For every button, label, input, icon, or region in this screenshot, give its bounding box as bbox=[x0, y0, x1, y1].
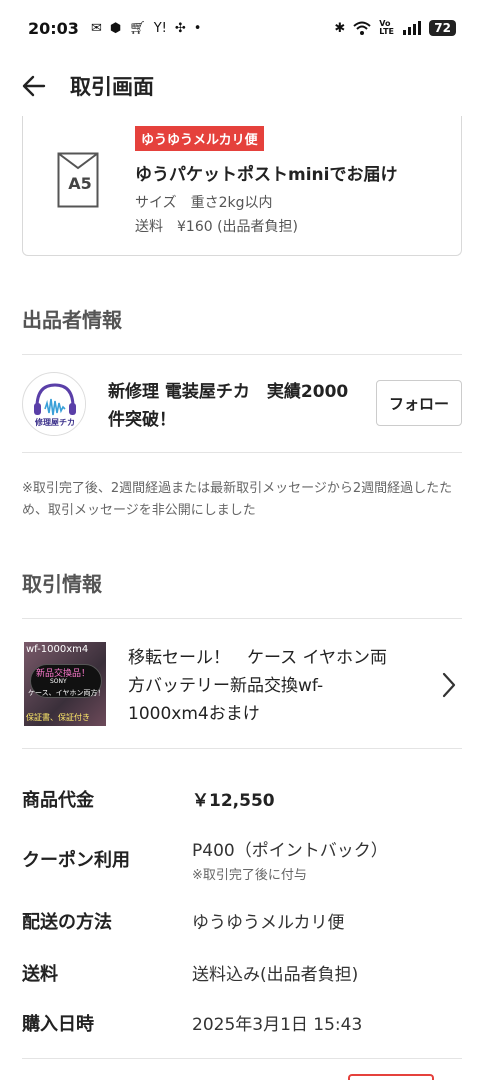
divider bbox=[22, 452, 462, 453]
dot-icon: • bbox=[193, 20, 202, 36]
row-label-price: 商品代金 bbox=[22, 790, 94, 811]
chevron-right-icon[interactable] bbox=[438, 670, 460, 700]
battery-icon: 72 bbox=[429, 20, 456, 36]
notification-icon: ✣ bbox=[174, 20, 186, 36]
status-time: 20:03 bbox=[28, 18, 79, 38]
row-value-shipping-method: ゆうゆうメルカリ便 bbox=[192, 913, 345, 933]
status-bar: 20:03 ✉ ⬢ 🛒︎ Y! ✣ • ✱ Vo LTE 72 bbox=[0, 0, 484, 56]
notification-icon: ⬢ bbox=[109, 20, 122, 36]
volte-icon: Vo LTE bbox=[379, 19, 394, 36]
shipping-card: ゆうゆうメルカリ便 A5 ゆうパケットポストminiでお届け サイズ 重さ2kg… bbox=[22, 116, 462, 256]
page-title: 取引画面 bbox=[70, 75, 154, 99]
seller-section-heading: 出品者情報 bbox=[22, 308, 122, 332]
product-thumbnail[interactable]: wf-1000xm4 新品交換品！ SONY ケース、イヤホン両方！ 保証書、保… bbox=[24, 642, 106, 726]
avatar-text: 修理屋チカ bbox=[35, 418, 75, 427]
transaction-section-heading: 取引情報 bbox=[22, 572, 102, 596]
system-icons: ✱ Vo LTE 72 bbox=[334, 20, 456, 36]
envelope-size-label: A5 bbox=[68, 174, 92, 193]
thumb-text: 保証書、保証付き bbox=[26, 713, 90, 722]
thumb-text: SONY bbox=[50, 678, 67, 685]
shipping-method-badge: ゆうゆうメルカリ便 bbox=[135, 126, 264, 151]
row-value-purchase-date: 2025年3月1日 15:43 bbox=[192, 1015, 363, 1035]
product-title[interactable]: 移転セール！ ケース イヤホン両方バッテリー新品交換wf-1000xm4おまけ bbox=[128, 644, 400, 728]
divider bbox=[22, 1058, 462, 1059]
thumb-text: wf-1000xm4 bbox=[26, 644, 89, 655]
divider bbox=[22, 618, 462, 619]
row-label-shipping-method: 配送の方法 bbox=[22, 912, 112, 933]
app-bar: 取引画面 bbox=[0, 56, 484, 116]
thumb-text: ケース、イヤホン両方！ bbox=[28, 689, 105, 697]
wifi-icon bbox=[353, 21, 371, 35]
row-label-coupon: クーポン利用 bbox=[22, 850, 130, 871]
notification-icon: ✉ bbox=[90, 20, 102, 36]
avatar[interactable]: 修理屋チカ bbox=[22, 372, 86, 436]
divider bbox=[22, 748, 462, 749]
cart-icon: 🛒︎ bbox=[129, 20, 146, 36]
back-arrow-icon[interactable] bbox=[20, 72, 48, 100]
yahoo-icon: Y! bbox=[153, 20, 167, 36]
row-value-shipping-fee: 送料込み(出品者負担) bbox=[192, 965, 359, 985]
notification-icons: ✉ ⬢ 🛒︎ Y! ✣ • bbox=[91, 21, 202, 36]
row-sub-coupon: ※取引完了後に付与 bbox=[192, 868, 307, 883]
seller-name[interactable]: 新修理 電装屋チカ 実績2000件突破！ bbox=[108, 378, 358, 434]
message-notice: ※取引完了後、2週間経過または最新取引メッセージから2週間経過したため、取引メッ… bbox=[22, 481, 453, 518]
divider bbox=[22, 354, 462, 355]
row-label-shipping-fee: 送料 bbox=[22, 964, 58, 985]
partial-button[interactable] bbox=[348, 1074, 434, 1080]
follow-button[interactable]: フォロー bbox=[376, 380, 462, 426]
row-value-coupon: P400（ポイントバック） bbox=[192, 841, 388, 861]
row-label-purchase-date: 購入日時 bbox=[22, 1014, 94, 1035]
shipping-fee: 送料 ¥160 (出品者負担) bbox=[135, 219, 299, 235]
shipping-service-name: ゆうパケットポストminiでお届け bbox=[135, 165, 398, 185]
shipping-size: サイズ 重さ2kg以内 bbox=[135, 195, 273, 211]
bluetooth-icon: ✱ bbox=[334, 20, 346, 36]
row-value-price: ￥12,550 bbox=[192, 791, 275, 811]
signal-icon bbox=[403, 21, 422, 35]
